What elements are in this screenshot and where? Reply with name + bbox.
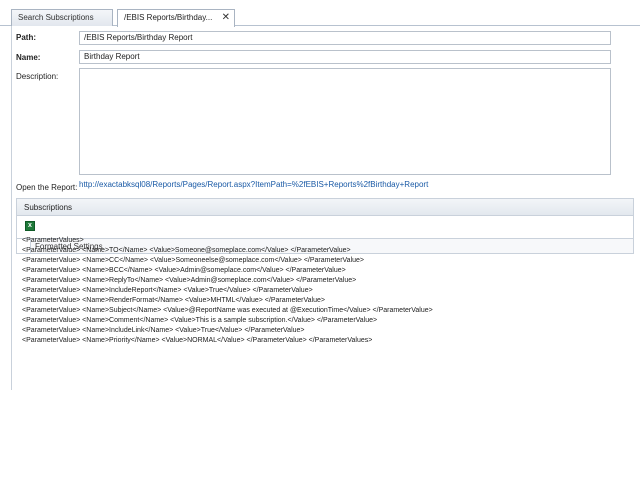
xml-line: <ParameterValue> <Name>Priority</Name> <… <box>22 337 373 344</box>
xml-line: <ParameterValue> <Name>TO</Name> <Value>… <box>22 247 351 254</box>
excel-export-icon[interactable]: x <box>25 221 35 231</box>
name-field[interactable]: Birthday Report <box>79 50 611 64</box>
xml-line: <ParameterValue> <Name>BCC</Name> <Value… <box>22 267 346 274</box>
xml-line: <ParameterValue> <Name>RenderFormat</Nam… <box>22 297 325 304</box>
open-report-link[interactable]: http://exactabksql08/Reports/Pages/Repor… <box>79 180 428 189</box>
tab-strip: Search Subscriptions /EBIS Reports/Birth… <box>0 0 640 27</box>
xml-line: <ParameterValue> <Name>IncludeReport</Na… <box>22 287 313 294</box>
xml-line: <ParameterValues> <box>22 237 84 244</box>
xml-line: <ParameterValue> <Name>Subject</Name> <V… <box>22 307 433 314</box>
name-label: Name: <box>16 53 41 62</box>
description-label: Description: <box>16 72 59 81</box>
tab-birthday-report[interactable]: /EBIS Reports/Birthday... ✕ <box>117 9 235 27</box>
xml-line: <ParameterValue> <Name>CC</Name> <Value>… <box>22 257 365 264</box>
tab-label: /EBIS Reports/Birthday... <box>124 13 213 22</box>
xml-line: <ParameterValue> <Name>Comment</Name> <V… <box>22 317 378 324</box>
path-label: Path: <box>16 33 36 42</box>
tab-search-subscriptions[interactable]: Search Subscriptions <box>11 9 113 26</box>
description-field[interactable] <box>79 68 611 175</box>
xml-line: <ParameterValue> <Name>IncludeLink</Name… <box>22 327 305 334</box>
open-report-label: Open the Report: <box>16 183 78 192</box>
path-field[interactable]: /EBIS Reports/Birthday Report <box>79 31 611 45</box>
close-icon[interactable]: ✕ <box>222 10 230 25</box>
xml-line: <ParameterValue> <Name>ReplyTo</Name> <V… <box>22 277 357 284</box>
tab-label: Search Subscriptions <box>18 13 94 22</box>
subscriptions-toolbar: x <box>16 216 634 238</box>
formatted-settings-cell: <ParameterValues> <ParameterValue> <Name… <box>22 236 582 346</box>
subscriptions-header: Subscriptions <box>16 198 634 216</box>
